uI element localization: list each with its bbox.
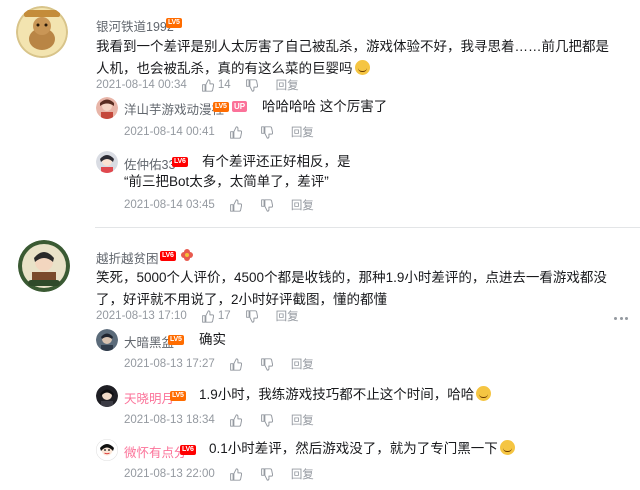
reply-button[interactable]: 回复 xyxy=(291,466,314,482)
comment-meta: 2021-08-14 00:34 14 回复 xyxy=(96,77,299,93)
level-badge: LV6 xyxy=(160,251,176,261)
timestamp: 2021-08-14 03:45 xyxy=(124,199,215,211)
dislike-button[interactable] xyxy=(245,78,262,92)
thumb-up-icon xyxy=(201,309,214,323)
username[interactable]: 越折越贫困 xyxy=(96,248,159,267)
level-badge: LV5 xyxy=(170,391,186,401)
dislike-button[interactable] xyxy=(260,467,277,481)
level-badge: LV5 xyxy=(168,335,184,345)
avatar[interactable] xyxy=(96,385,118,407)
timestamp: 2021-08-13 18:34 xyxy=(124,414,215,426)
like-button[interactable] xyxy=(229,467,246,481)
timestamp: 2021-08-14 00:34 xyxy=(96,79,187,91)
like-button[interactable] xyxy=(229,413,246,427)
thumb-up-icon xyxy=(229,357,242,371)
reply-meta: 2021-08-13 17:27 回复 xyxy=(124,356,314,372)
reply-meta: 2021-08-14 00:41 回复 xyxy=(124,124,314,140)
level-badge: LV5 xyxy=(166,18,182,28)
avatar[interactable] xyxy=(96,151,118,173)
comment-1: 银河铁道1992 LV5 我看到一个差评是别人太厉害了自己被乱杀，游戏体验不好，… xyxy=(0,0,640,225)
reply-button[interactable]: 回复 xyxy=(276,77,299,93)
avatar[interactable] xyxy=(96,439,118,461)
dislike-button[interactable] xyxy=(245,309,262,323)
more-dots-icon[interactable] xyxy=(614,317,628,321)
avatar[interactable] xyxy=(18,240,70,292)
reply-button[interactable]: 回复 xyxy=(276,308,299,324)
reply-text: “前三把Bot太多，太简单了，差评” xyxy=(124,174,329,189)
comment-meta: 2021-08-13 17:10 17 回复 xyxy=(96,308,299,324)
thumb-up-icon xyxy=(229,413,242,427)
reply-meta: 2021-08-13 22:00 回复 xyxy=(124,466,314,482)
thumb-down-icon xyxy=(260,198,273,212)
like-button[interactable] xyxy=(229,357,246,371)
dislike-button[interactable] xyxy=(260,198,277,212)
dislike-button[interactable] xyxy=(260,413,277,427)
avatar[interactable] xyxy=(96,329,118,351)
reply-text: 有个差评还正好相反，是 xyxy=(202,154,351,169)
timestamp: 2021-08-14 00:41 xyxy=(124,126,215,138)
reply-username[interactable]: 大暗黑盆 xyxy=(124,332,174,351)
comment-2: 越折越贫困 LV6 笑死，5000个人评价，4500个都是收钱的，那种1.9小时… xyxy=(0,232,640,490)
reply-username[interactable]: 天晓明月 xyxy=(124,388,174,407)
reply-button[interactable]: 回复 xyxy=(291,124,314,140)
reply-username[interactable]: 洋山芋游戏动漫社 xyxy=(124,99,224,118)
reply-text: 确实 xyxy=(199,332,226,347)
like-count: 17 xyxy=(217,310,231,322)
username[interactable]: 银河铁道1992 xyxy=(96,16,174,35)
like-count: 14 xyxy=(217,79,231,91)
thumb-down-icon xyxy=(245,309,258,323)
emoji-icon xyxy=(354,60,370,75)
thumb-down-icon xyxy=(260,357,273,371)
reply-username[interactable]: 微怀有点分 xyxy=(124,442,187,461)
reply-button[interactable]: 回复 xyxy=(291,356,314,372)
emoji-icon xyxy=(476,386,492,401)
like-button[interactable]: 17 xyxy=(201,309,231,323)
avatar[interactable] xyxy=(96,97,118,119)
thumb-up-icon xyxy=(229,125,242,139)
thumb-down-icon xyxy=(260,413,273,427)
reply-text: 哈哈哈哈 这个厉害了 xyxy=(262,99,388,114)
level-badge: LV6 xyxy=(172,157,188,167)
like-button[interactable] xyxy=(229,198,246,212)
like-button[interactable]: 14 xyxy=(201,78,231,92)
reply-meta: 2021-08-14 03:45 回复 xyxy=(124,197,314,213)
reply-meta: 2021-08-13 18:34 回复 xyxy=(124,412,314,428)
comment-text: 我看到一个差评是别人太厉害了自己被乱杀，游戏体验不好，我寻思着……前几把都是人机… xyxy=(96,39,609,76)
dislike-button[interactable] xyxy=(260,357,277,371)
reply-text: 1.9小时，我练游戏技巧都不止这个时间，哈哈 xyxy=(199,384,492,406)
thumb-up-icon xyxy=(229,467,242,481)
reply-text: 0.1小时差评，然后游戏没了，就为了专门黑一下 xyxy=(209,438,515,460)
divider xyxy=(95,227,640,228)
level-badge: LV6 xyxy=(180,445,196,455)
level-badge: LV5 xyxy=(213,102,229,112)
dislike-button[interactable] xyxy=(260,125,277,139)
avatar[interactable] xyxy=(16,6,68,58)
thumb-up-icon xyxy=(201,78,214,92)
thumb-up-icon xyxy=(229,198,242,212)
flower-badge-icon xyxy=(181,249,193,261)
thumb-down-icon xyxy=(245,78,258,92)
up-badge: UP xyxy=(232,101,248,112)
reply-button[interactable]: 回复 xyxy=(291,197,314,213)
comment-text: 笑死，5000个人评价，4500个都是收钱的，那种1.9小时差评的，点进去一看游… xyxy=(96,270,607,307)
timestamp: 2021-08-13 22:00 xyxy=(124,468,215,480)
like-button[interactable] xyxy=(229,125,246,139)
timestamp: 2021-08-13 17:10 xyxy=(96,310,187,322)
reply-button[interactable]: 回复 xyxy=(291,412,314,428)
timestamp: 2021-08-13 17:27 xyxy=(124,358,215,370)
thumb-down-icon xyxy=(260,125,273,139)
thumb-down-icon xyxy=(260,467,273,481)
emoji-icon xyxy=(499,440,515,455)
